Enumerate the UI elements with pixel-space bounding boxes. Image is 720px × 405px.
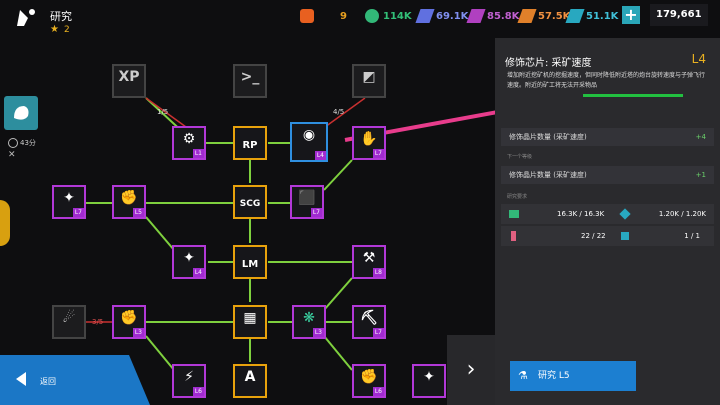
- research-node[interactable]: LM: [233, 245, 267, 279]
- research-node[interactable]: ▦: [233, 305, 267, 339]
- research-node[interactable]: ✋ L7: [352, 126, 386, 160]
- next-stat-row: 修饰晶片数量 (采矿速度) +1: [501, 166, 714, 184]
- research-node[interactable]: ✊ L5: [112, 185, 146, 219]
- requirements-header: 研究要求: [507, 194, 528, 200]
- back-label: 返回: [40, 377, 56, 386]
- research-node[interactable]: ☄: [52, 305, 86, 339]
- cyan-crystal-icon: [565, 9, 585, 23]
- research-detail-panel: 修饰芯片: 采矿速度 L4 增加附近挖矿机的挖掘速度，但同时降低附近塔的炮台旋转…: [495, 38, 720, 405]
- research-node[interactable]: ◩: [352, 64, 386, 98]
- credits-display: 179,661: [650, 4, 708, 26]
- next-level-header: 下一个等级: [507, 154, 533, 160]
- research-node[interactable]: ✦ L4: [172, 245, 206, 279]
- orange-crystal-icon: [517, 9, 537, 23]
- research-node[interactable]: ✦ L7: [52, 185, 86, 219]
- research-node[interactable]: ⚒ L8: [352, 245, 386, 279]
- green-crystal-icon: [509, 210, 519, 218]
- research-node[interactable]: ⚙ L1: [172, 126, 206, 160]
- research-node[interactable]: ✊ L6: [352, 364, 386, 398]
- pink-item-icon: [511, 231, 516, 241]
- research-button[interactable]: ⚗ 研究 L5: [510, 361, 636, 391]
- research-node[interactable]: >_: [233, 64, 267, 98]
- requirement-row: 22 / 22 1 / 1: [501, 226, 714, 246]
- highlight-underline: [583, 94, 683, 97]
- requirement-fraction-bottom: 3/5: [92, 318, 104, 326]
- research-node[interactable]: ✊ L3: [112, 305, 146, 339]
- requirement-fraction-right: 4/5: [333, 108, 345, 116]
- research-node-selected[interactable]: ◉ L4: [290, 122, 328, 162]
- research-node[interactable]: ⬛ L7: [290, 185, 324, 219]
- research-node[interactable]: ⛏ L7: [352, 305, 386, 339]
- requirement-row: 16.3K / 16.3K 1.20K / 1.20K: [501, 204, 714, 224]
- research-node[interactable]: A: [233, 364, 267, 398]
- research-node[interactable]: XP: [112, 64, 146, 98]
- cyan-chip-icon: [621, 232, 629, 240]
- research-node[interactable]: ✦: [412, 364, 446, 398]
- research-level: L4: [691, 52, 706, 66]
- requirement-fraction-left: 1/5: [157, 108, 169, 116]
- flask-icon: ⚗: [518, 369, 528, 382]
- add-currency-button[interactable]: +: [622, 6, 640, 24]
- expand-panel-button[interactable]: ›: [447, 335, 495, 405]
- arrow-left-icon: [16, 372, 26, 386]
- research-description: 增加附近挖矿机的挖掘速度，但同时降低附近塔的炮台旋转速度与子弹飞行速度。附近的矿…: [507, 72, 706, 89]
- stat-row: 修饰晶片数量 (采矿速度) +4: [501, 128, 714, 146]
- research-node[interactable]: SCG: [233, 185, 267, 219]
- research-title: 修饰芯片: 采矿速度: [505, 58, 592, 69]
- cyan-crystal-icon: [619, 208, 631, 220]
- resource-cyan: 51.1K: [565, 9, 618, 23]
- resource-orange: 57.5K: [517, 9, 570, 23]
- research-node[interactable]: RP: [233, 126, 267, 160]
- research-node[interactable]: ⚡ L6: [172, 364, 206, 398]
- research-node[interactable]: ❋ L3: [292, 305, 326, 339]
